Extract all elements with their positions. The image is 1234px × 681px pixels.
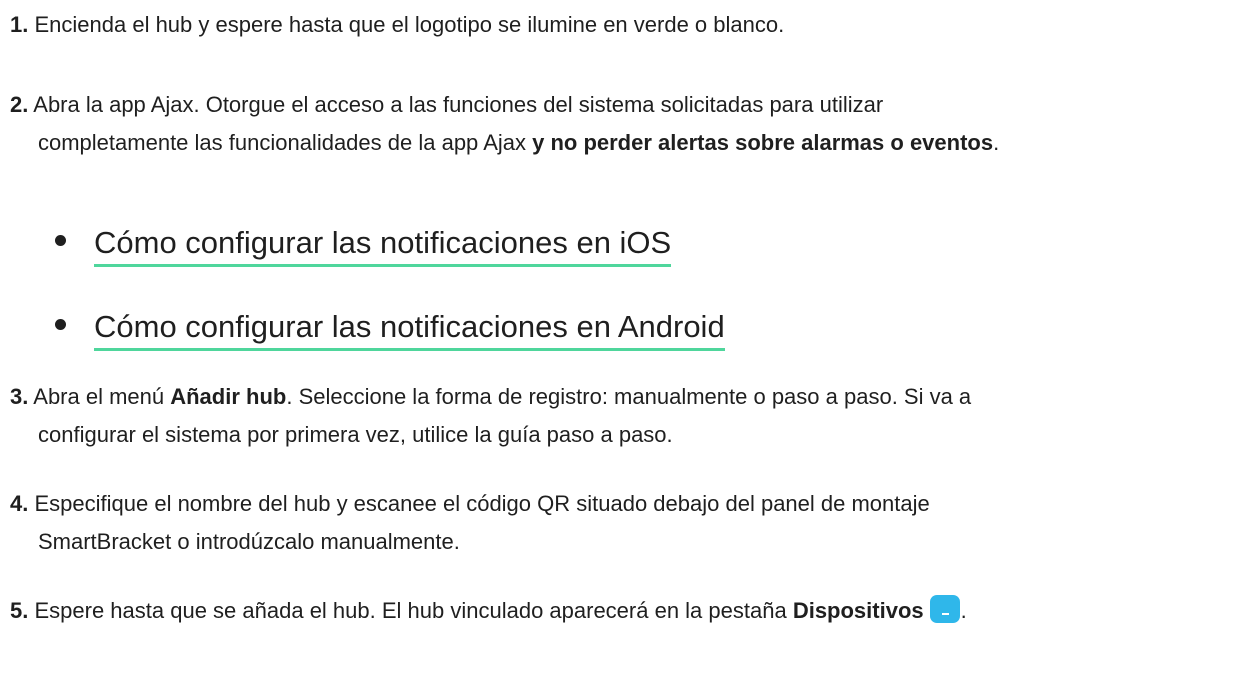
step-text: completamente las funcionalidades de la … [38, 130, 533, 155]
step-5: 5. Espere hasta que se añada el hub. El … [10, 592, 1210, 630]
step-4: 4. Especifique el nombre del hub y escan… [10, 485, 1210, 561]
bullet-icon [55, 235, 66, 247]
step-text: Espere hasta que se añada el hub. El hub… [34, 598, 793, 623]
step-emphasis: y no perder alertas sobre alarmas o even… [532, 130, 994, 155]
step-text-continued: SmartBracket o introdúzcalo manualmente. [38, 529, 460, 554]
step-punctuation: . [960, 598, 967, 623]
step-number: 3. [10, 384, 29, 409]
step-text: Especifique el nombre del hub y escanee … [34, 491, 930, 516]
step-text: Encienda el hub y espere hasta que el lo… [34, 12, 785, 37]
step-3: 3. Abra el menú Añadir hub. Seleccione l… [10, 378, 1210, 454]
step-2: 2. Abra la app Ajax. Otorgue el acceso a… [10, 86, 1210, 162]
step-text: . Seleccione la forma de registro: manua… [286, 384, 972, 409]
step-emphasis: Dispositivos [792, 598, 924, 623]
step-number: 4. [10, 491, 29, 516]
step-text: Abra la app Ajax. Otorgue el acceso a la… [33, 92, 884, 117]
step-number: 5. [10, 598, 29, 623]
ios-notifications-link[interactable]: Cómo configurar las notificaciones en iO… [94, 225, 672, 267]
android-notifications-link[interactable]: Cómo configurar las notificaciones en An… [94, 309, 725, 351]
step-emphasis: Añadir hub [170, 384, 287, 409]
step-text-continued: completamente las funcionalidades de la … [10, 124, 1210, 162]
step-text-continued: configurar el sistema por primera vez, u… [38, 422, 673, 447]
step-punctuation: . [993, 130, 1000, 155]
step-number: 1. [10, 12, 29, 37]
link-list-item-android: Cómo configurar las notificaciones en An… [55, 307, 725, 351]
step-1: 1. Encienda el hub y espere hasta que el… [10, 6, 1210, 44]
bullet-icon [55, 319, 66, 331]
step-text: Abra el menú [33, 384, 171, 409]
link-list-item-ios: Cómo configurar las notificaciones en iO… [55, 223, 672, 267]
step-number: 2. [10, 92, 29, 117]
devices-icon [929, 595, 960, 624]
